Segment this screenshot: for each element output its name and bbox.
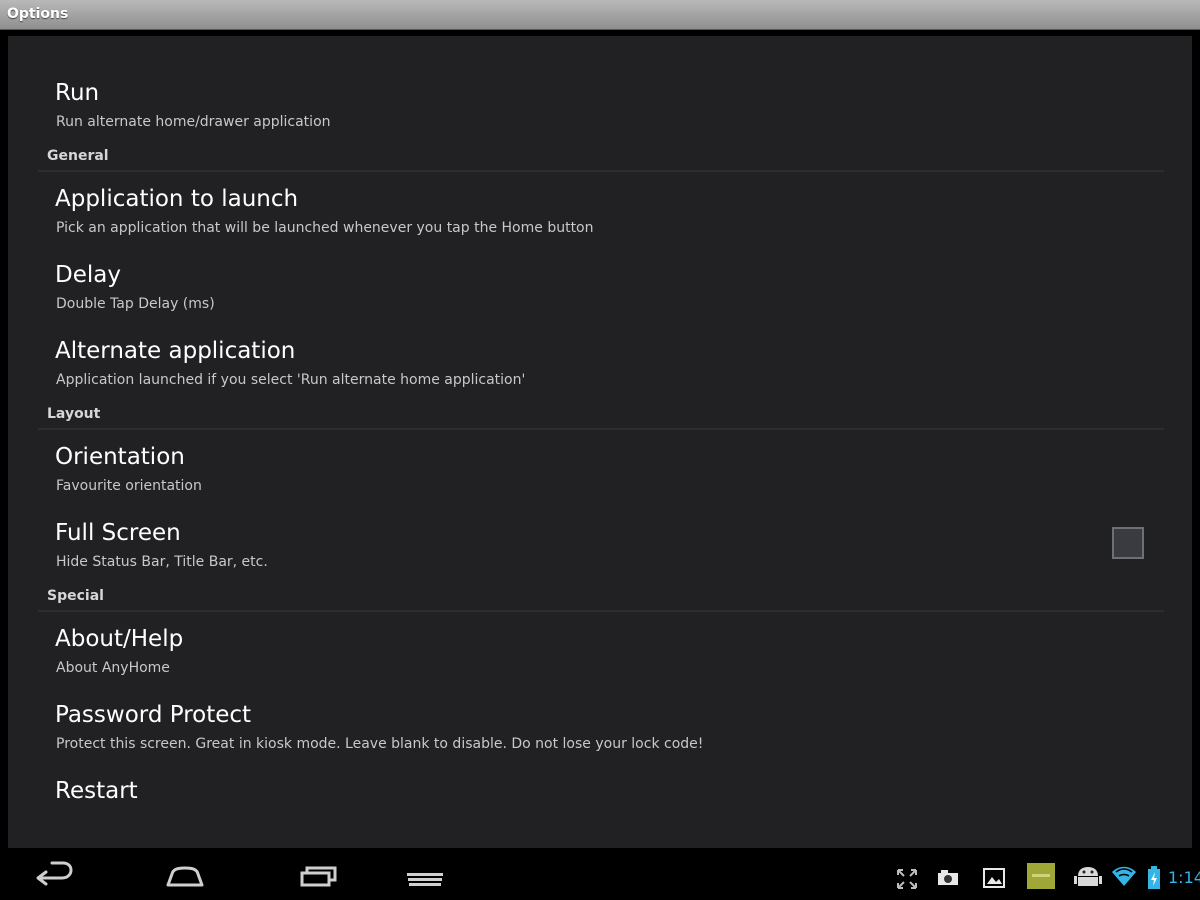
- section-layout: Layout: [38, 404, 1164, 430]
- pref-application-to-launch[interactable]: Application to launch Pick an applicatio…: [55, 178, 1135, 248]
- section-special: Special: [38, 586, 1164, 612]
- recent-apps-icon: [300, 866, 337, 887]
- home-icon: [166, 866, 204, 887]
- pref-full-screen[interactable]: Full Screen Hide Status Bar, Title Bar, …: [55, 512, 1135, 582]
- recent-apps-button[interactable]: [293, 852, 343, 900]
- pref-title: About/Help: [55, 626, 184, 652]
- pref-summary: Pick an application that will be launche…: [56, 220, 594, 236]
- pref-password-protect[interactable]: Password Protect Protect this screen. Gr…: [55, 694, 1135, 764]
- wifi-icon: [1112, 866, 1136, 886]
- title-bar: Options: [0, 0, 1200, 30]
- android-screen: Options Run Run alternate home/drawer ap…: [0, 0, 1200, 900]
- pref-summary: Application launched if you select 'Run …: [56, 372, 526, 388]
- pref-delay[interactable]: Delay Double Tap Delay (ms): [55, 254, 1135, 324]
- app-notification[interactable]: [1026, 852, 1056, 900]
- pref-title: Restart: [55, 778, 138, 804]
- pref-about-help[interactable]: About/Help About AnyHome: [55, 618, 1135, 688]
- pref-orientation[interactable]: Orientation Favourite orientation: [55, 436, 1135, 506]
- battery-status: [1145, 852, 1163, 900]
- window-title: Options: [7, 6, 69, 22]
- pref-summary: About AnyHome: [56, 660, 170, 676]
- section-general: General: [38, 146, 1164, 172]
- pref-title: Password Protect: [55, 702, 252, 728]
- pref-title: Alternate application: [55, 338, 296, 364]
- android-notification[interactable]: [1073, 852, 1103, 900]
- pref-alternate-application[interactable]: Alternate application Application launch…: [55, 330, 1135, 400]
- camera-notification[interactable]: [935, 852, 961, 900]
- camera-icon: [938, 870, 958, 885]
- android-icon: [1074, 867, 1102, 886]
- system-navigation-bar: 1:14: [0, 852, 1200, 900]
- back-button[interactable]: [30, 852, 80, 900]
- pref-title: Full Screen: [55, 520, 181, 546]
- preferences-list: Run Run alternate home/drawer applicatio…: [8, 36, 1192, 848]
- pref-summary: Protect this screen. Great in kiosk mode…: [56, 736, 704, 752]
- battery-icon: [1148, 866, 1160, 889]
- section-title: General: [47, 148, 109, 164]
- menu-button[interactable]: [400, 852, 450, 900]
- pref-summary: Hide Status Bar, Title Bar, etc.: [56, 554, 268, 570]
- gallery-notification[interactable]: [981, 852, 1007, 900]
- section-title: Special: [47, 588, 104, 604]
- section-title: Layout: [47, 406, 101, 422]
- back-icon: [36, 861, 73, 886]
- gallery-icon: [983, 868, 1005, 888]
- pref-title: Delay: [55, 262, 121, 288]
- fullscreen-icon: [897, 869, 917, 889]
- status-clock[interactable]: 1:14: [1168, 868, 1200, 887]
- menu-icon: [407, 873, 443, 886]
- pref-title: Run: [55, 80, 100, 106]
- pref-title: Orientation: [55, 444, 185, 470]
- app-notification-icon: [1027, 863, 1055, 889]
- pref-summary: Run alternate home/drawer application: [56, 114, 331, 130]
- wifi-status: [1110, 852, 1138, 900]
- home-button[interactable]: [160, 852, 210, 900]
- pref-summary: Double Tap Delay (ms): [56, 296, 215, 312]
- pref-restart[interactable]: Restart: [55, 770, 1135, 840]
- fullscreen-button[interactable]: [893, 852, 921, 900]
- pref-summary: Favourite orientation: [56, 478, 202, 494]
- pref-run[interactable]: Run Run alternate home/drawer applicatio…: [55, 72, 1135, 142]
- pref-title: Application to launch: [55, 186, 299, 212]
- full-screen-checkbox[interactable]: [1112, 527, 1144, 559]
